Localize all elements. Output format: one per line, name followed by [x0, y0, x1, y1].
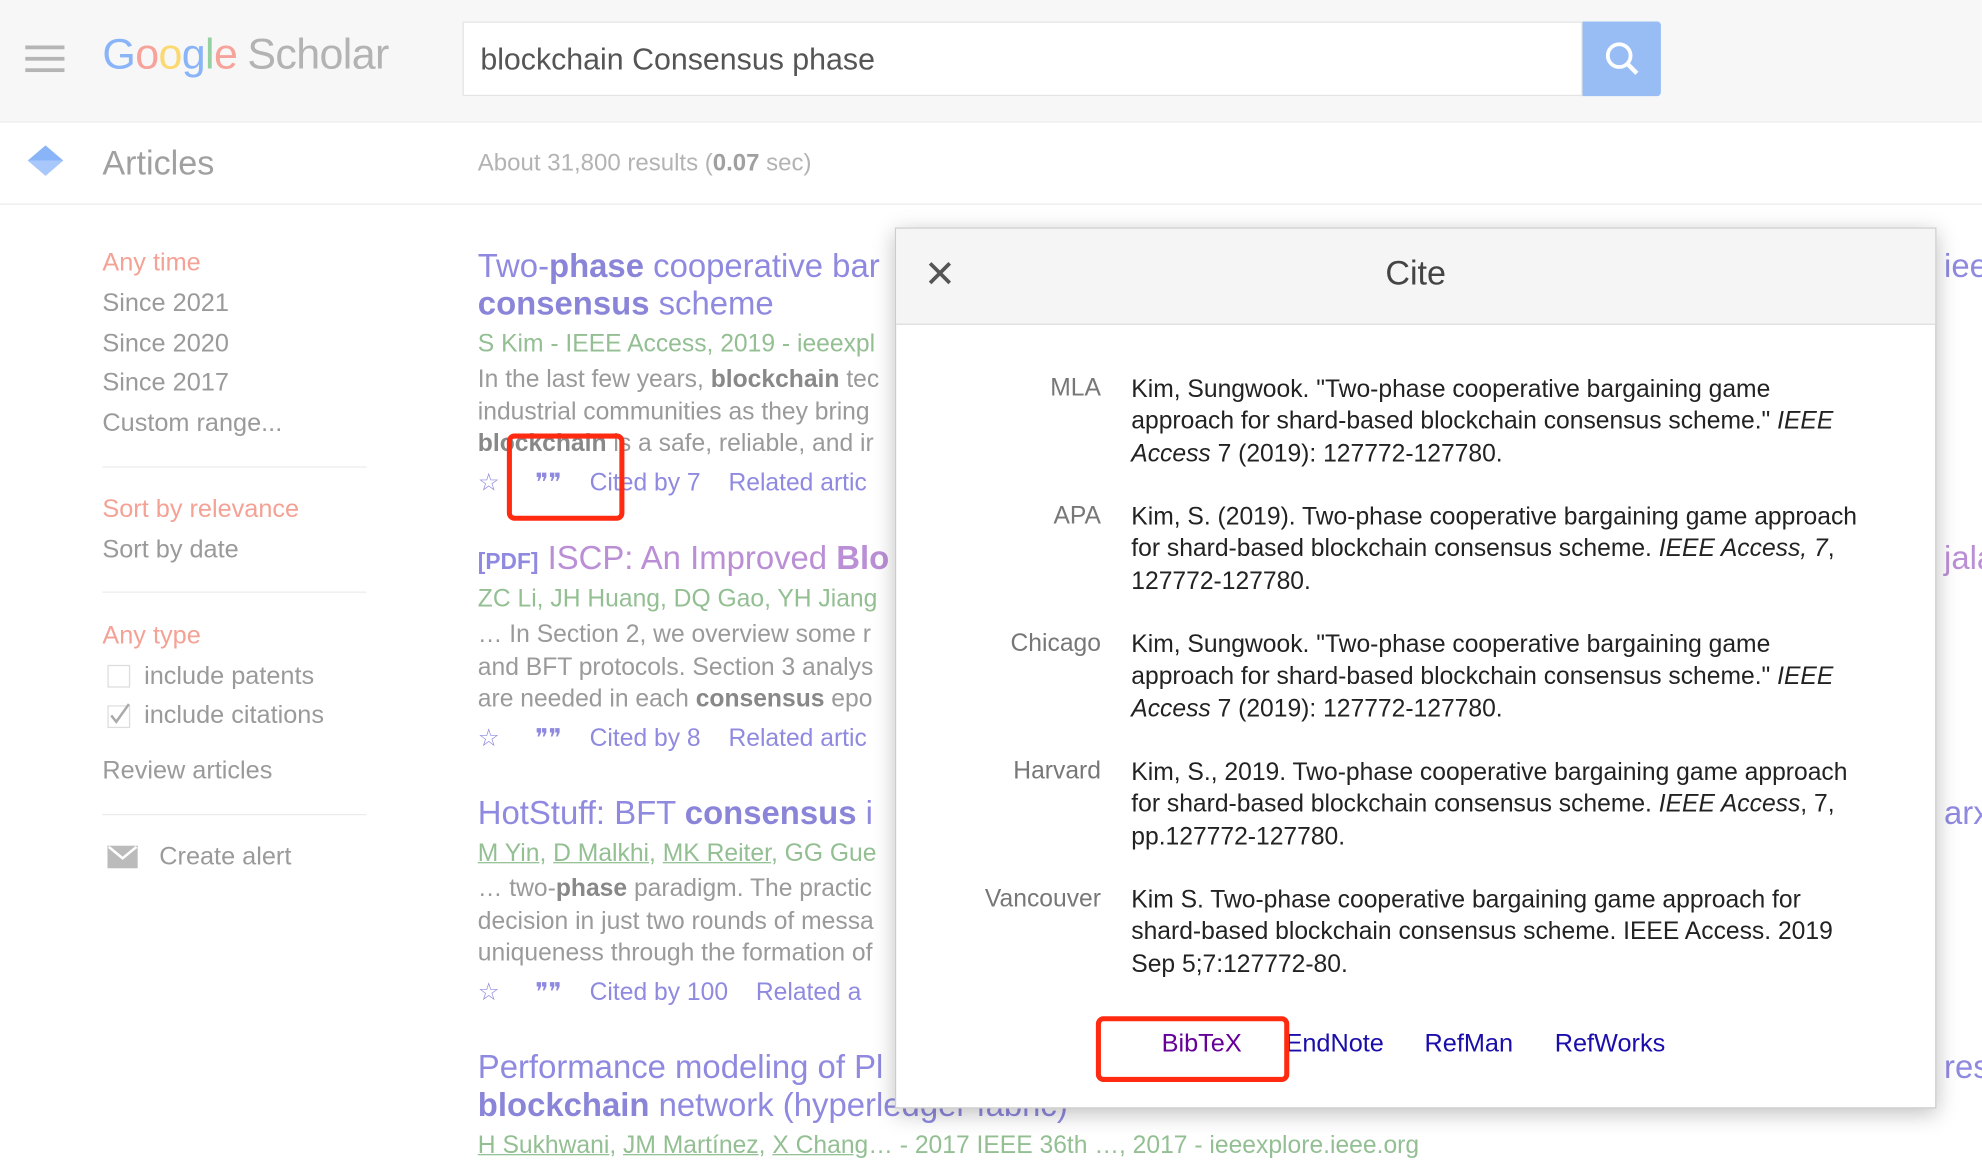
related-articles-link[interactable]: Related artic — [728, 469, 866, 497]
search-icon — [1605, 42, 1639, 75]
related-articles-link[interactable]: Related artic — [728, 724, 866, 752]
result-snippet: … two-phase paradigm. The practic decisi… — [477, 874, 874, 967]
filter-custom-range[interactable]: Custom range... — [102, 410, 282, 439]
result-title[interactable]: [PDF] ISCP: An Improved Blo — [478, 538, 889, 577]
results-count: About 31,800 results (0.07 sec) — [477, 150, 812, 177]
source-link[interactable]: arx — [1944, 794, 1982, 833]
save-star-icon[interactable]: ☆ — [478, 469, 500, 497]
create-alert[interactable]: Create alert — [159, 843, 291, 872]
export-refworks-link[interactable]: RefWorks — [1555, 1030, 1666, 1059]
include-citations-label[interactable]: include citations — [144, 702, 324, 731]
author-link[interactable]: M Yin — [478, 839, 540, 867]
cited-by-link[interactable]: Cited by 8 — [590, 724, 701, 752]
result-title[interactable]: Two-phase cooperative bar — [478, 246, 880, 285]
result-snippet: … In Section 2, we overview some r and B… — [477, 620, 874, 713]
cite-quote-icon[interactable]: ❞❞ — [535, 724, 562, 752]
scholar-cap-icon — [27, 145, 64, 176]
citation-text[interactable]: Kim S. Two-phase cooperative bargaining … — [1131, 885, 1864, 981]
review-articles[interactable]: Review articles — [102, 757, 272, 786]
mail-icon — [107, 845, 138, 869]
divider — [102, 466, 367, 468]
result-title-line2[interactable]: consensus scheme — [478, 284, 774, 323]
section-title[interactable]: Articles — [102, 144, 214, 183]
author-link[interactable]: D Malkhi — [553, 839, 649, 867]
author-link[interactable]: X Chang — [772, 1131, 868, 1159]
search-input[interactable]: blockchain Consensus phase — [462, 21, 1583, 97]
result-title[interactable]: Performance modeling of Pl — [478, 1048, 884, 1087]
include-citations-checkbox[interactable] — [107, 703, 131, 729]
cite-dialog: ✕ Cite MLA Kim, Sungwook. "Two-phase coo… — [894, 227, 1937, 1109]
hamburger-icon[interactable] — [25, 45, 65, 80]
filter-any-type[interactable]: Any type — [102, 622, 200, 651]
subheader — [0, 122, 1982, 205]
export-endnote-link[interactable]: EndNote — [1285, 1030, 1383, 1059]
citation-text[interactable]: Kim, Sungwook. "Two-phase cooperative ba… — [1131, 374, 1864, 470]
checkmark-icon — [110, 703, 130, 724]
search-query: blockchain Consensus phase — [480, 42, 875, 78]
sort-date[interactable]: Sort by date — [102, 536, 238, 565]
result-meta: ZC Li, JH Huang, DQ Gao, YH Jiang — [477, 585, 878, 614]
divider — [102, 591, 367, 593]
related-articles-link[interactable]: Related a — [756, 978, 862, 1006]
filter-any-time[interactable]: Any time — [102, 249, 200, 278]
citation-format: MLA — [1050, 374, 1101, 402]
save-star-icon[interactable]: ☆ — [478, 978, 500, 1006]
cite-quote-icon[interactable]: ❞❞ — [535, 978, 562, 1006]
filter-since-2020[interactable]: Since 2020 — [102, 330, 228, 359]
filter-since-2017[interactable]: Since 2017 — [102, 369, 228, 398]
result-actions: ☆ ❞❞ Cited by 100 Related a — [478, 977, 889, 1007]
citation-format: APA — [1053, 501, 1101, 530]
result-actions: ☆ ❞❞ Cited by 8 Related artic — [478, 723, 895, 753]
dialog-header: ✕ Cite — [896, 228, 1936, 325]
result-title[interactable]: HotStuff: BFT consensus i — [478, 794, 873, 833]
citation-text[interactable]: Kim, Sungwook. "Two-phase cooperative ba… — [1131, 629, 1864, 725]
dialog-title: Cite — [1385, 254, 1447, 292]
author-link[interactable]: JM Martínez — [623, 1131, 759, 1159]
save-star-icon[interactable]: ☆ — [478, 724, 500, 752]
author-link[interactable]: H Sukhwani — [478, 1131, 610, 1159]
google-scholar-logo[interactable]: Google Scholar — [102, 30, 389, 79]
citation-format: Harvard — [1013, 757, 1101, 785]
include-patents-checkbox[interactable] — [107, 664, 131, 688]
filter-since-2021[interactable]: Since 2021 — [102, 289, 228, 318]
citation-text[interactable]: Kim, S., 2019. Two-phase cooperative bar… — [1131, 757, 1864, 853]
result-meta: S Kim - IEEE Access, 2019 - ieeexpl — [477, 329, 876, 358]
source-link[interactable]: jala — [1944, 538, 1982, 577]
sort-relevance[interactable]: Sort by relevance — [102, 495, 299, 524]
search-button[interactable] — [1582, 21, 1661, 97]
author-link[interactable]: MK Reiter — [663, 839, 771, 867]
citation-format: Chicago — [1010, 629, 1101, 658]
export-refman-link[interactable]: RefMan — [1425, 1030, 1514, 1059]
highlight-cite-button — [506, 433, 625, 521]
result-authors: H Sukhwani, JM Martínez, X Chang… - 2017… — [477, 1131, 1420, 1160]
source-link[interactable]: iee — [1944, 246, 1982, 285]
citation-format: Vancouver — [984, 884, 1101, 913]
source-link[interactable]: res — [1944, 1048, 1982, 1087]
highlight-bibtex — [1095, 1016, 1290, 1082]
cited-by-link[interactable]: Cited by 100 — [590, 978, 728, 1006]
include-patents-label[interactable]: include patents — [144, 662, 314, 691]
citation-text[interactable]: Kim, S. (2019). Two-phase cooperative ba… — [1131, 502, 1864, 598]
result-authors: M Yin, D Malkhi, MK Reiter, GG Gue — [477, 839, 877, 868]
divider — [102, 814, 367, 816]
